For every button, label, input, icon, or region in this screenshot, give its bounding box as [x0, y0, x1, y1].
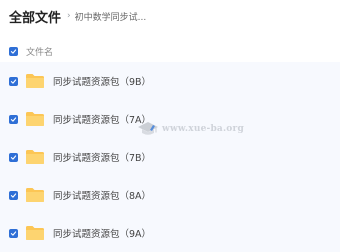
file-row[interactable]: 同步试题资源包（9A）	[0, 214, 340, 252]
file-list-header: 文件名	[0, 40, 340, 62]
column-header-filename[interactable]: 文件名	[26, 45, 53, 58]
file-name[interactable]: 同步试题资源包（9A）	[53, 226, 151, 240]
breadcrumb-separator: ›	[67, 11, 71, 21]
file-row[interactable]: 同步试题资源包（8A）	[0, 176, 340, 214]
check-icon	[10, 230, 17, 236]
file-name[interactable]: 同步试题资源包（9B）	[53, 74, 151, 88]
file-checkbox[interactable]	[9, 76, 18, 86]
folder-icon	[26, 150, 44, 164]
file-checkbox[interactable]	[9, 114, 18, 124]
graduation-cap-icon	[138, 122, 158, 135]
file-row[interactable]: 同步试题资源包（9B）	[0, 62, 340, 100]
folder-icon	[26, 74, 44, 88]
file-name[interactable]: 同步试题资源包（8A）	[53, 188, 151, 202]
breadcrumb-current-folder[interactable]: 初中数学同步试...	[75, 10, 147, 23]
file-checkbox[interactable]	[9, 152, 18, 162]
check-icon	[10, 116, 17, 122]
folder-icon	[26, 226, 44, 240]
check-icon	[10, 154, 17, 160]
file-checkbox[interactable]	[9, 190, 18, 200]
file-list: 文件名 同步试题资源包（9B） 同步试题资源包（7A） 同步试题资源包（7B） …	[0, 40, 340, 252]
watermark: www.xue-ba.org	[136, 120, 244, 138]
breadcrumb: 全部文件 › 初中数学同步试...	[9, 6, 146, 26]
file-name[interactable]: 同步试题资源包（7B）	[53, 150, 151, 164]
file-row[interactable]: 同步试题资源包（7B）	[0, 138, 340, 176]
check-icon	[10, 192, 17, 198]
folder-icon	[26, 112, 44, 126]
file-checkbox[interactable]	[9, 228, 18, 238]
folder-icon	[26, 188, 44, 202]
select-all-checkbox[interactable]	[9, 46, 18, 56]
page-title[interactable]: 全部文件	[9, 7, 61, 26]
check-icon	[10, 48, 17, 54]
check-icon	[10, 78, 17, 84]
watermark-text: www.xue-ba.org	[162, 124, 244, 134]
